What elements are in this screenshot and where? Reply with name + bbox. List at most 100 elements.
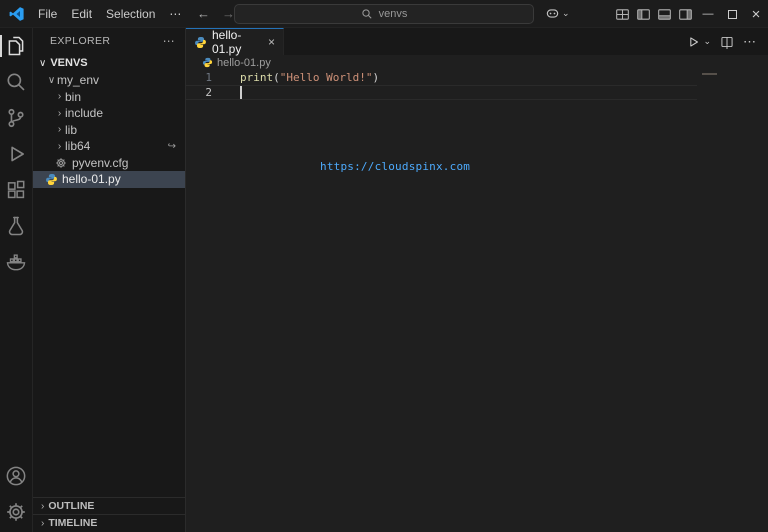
activity-bar-spacer [0,280,32,458]
sidebar-header: EXPLORER ⋯ [33,28,185,54]
watermark-link: https://cloudspinx.com [320,160,470,173]
outline-panel-header[interactable]: › OUTLINE [33,497,185,514]
run-python-file-button[interactable] [686,35,700,49]
docker-icon[interactable] [0,244,32,280]
tab-hello-01-py[interactable]: hello-01.py × [186,28,284,55]
toggle-secondary-sidebar-icon[interactable] [675,0,696,28]
workbench: EXPLORER ⋯ ∨ VENVS ∨ my_env › bin › incl… [0,28,768,532]
tree-item-label: lib [65,123,77,137]
tree-item-my-env[interactable]: ∨ my_env [33,72,185,89]
token-paren-close: ) [372,71,379,84]
tree-item-label: hello-01.py [62,172,121,186]
tree-item-lib64[interactable]: › lib64 ↪ [33,138,185,155]
tree-item-hello-01-py[interactable]: hello-01.py [33,171,185,188]
settings-gear-icon[interactable] [0,494,32,530]
split-editor-icon[interactable] [720,35,734,49]
chevron-right-icon: › [54,124,65,135]
minimap[interactable] [698,70,768,532]
minimize-button[interactable]: — [696,0,720,28]
tab-close-icon[interactable]: × [268,35,275,49]
run-dropdown-icon[interactable]: ⌄ [703,36,711,47]
tree-item-label: pyvenv.cfg [72,156,128,170]
tree-item-include[interactable]: › include [33,105,185,122]
explorer-icon[interactable] [0,28,32,64]
tree-item-bin[interactable]: › bin [33,89,185,106]
copilot-button[interactable]: ⌄ [545,6,570,21]
copilot-icon [545,6,560,21]
toggle-panel-icon[interactable] [654,0,675,28]
title-bar: File Edit Selection ⋯ ← → venvs ⌄ [0,0,768,28]
panel-label: TIMELINE [48,517,97,529]
python-icon [202,57,213,68]
token-function: print [240,71,273,84]
line-number[interactable]: 2 [186,86,212,99]
menu-edit[interactable]: Edit [64,5,99,23]
maximize-icon [728,10,737,19]
symlink-icon: ↪ [168,141,176,152]
titlebar-right: — × [612,0,768,28]
line-number[interactable]: 1 [186,71,212,84]
activity-bar [0,28,33,532]
source-control-icon[interactable] [0,100,32,136]
testing-flask-icon[interactable] [0,208,32,244]
chevron-right-icon: › [41,501,44,512]
search-icon [361,8,373,20]
code-content: print("Hello World!") [212,71,379,84]
customize-layout-icon[interactable] [612,0,633,28]
tree-item-label: lib64 [65,139,90,153]
back-icon[interactable]: ← [197,6,210,21]
minimap-line-mark [702,73,717,75]
chevron-right-icon: › [54,141,65,152]
vscode-window: File Edit Selection ⋯ ← → venvs ⌄ [0,0,768,532]
explorer-more-actions[interactable]: ⋯ [163,34,175,48]
tab-bar: hello-01.py × ⌄ ⋯ [186,28,768,55]
search-value: venvs [379,8,408,20]
extensions-icon[interactable] [0,172,32,208]
editor-more-actions[interactable]: ⋯ [743,34,756,50]
run-debug-icon[interactable] [0,136,32,172]
tab-label: hello-01.py [212,28,263,56]
editor-actions: ⌄ ⋯ [686,28,768,55]
close-button[interactable]: × [744,0,768,28]
code-line-2: 2 [186,85,697,100]
chevron-down-icon: ∨ [39,58,46,69]
timeline-panel-header[interactable]: › TIMELINE [33,514,185,531]
breadcrumb-item[interactable]: hello-01.py [217,57,271,69]
tree-item-label: include [65,106,103,120]
chevron-down-icon: ∨ [46,75,57,86]
section-venvs[interactable]: ∨ VENVS [33,54,185,72]
config-gear-icon [54,156,68,170]
chevron-down-icon: ⌄ [562,8,570,19]
command-search-box[interactable]: venvs [234,4,534,24]
history-nav: ← → [197,6,235,21]
tree-item-label: bin [65,90,81,104]
code-editor[interactable]: 1 print("Hello World!") 2 https://clouds… [186,70,768,532]
token-string: "Hello World!" [280,71,373,84]
menu-file[interactable]: File [31,5,64,23]
sidebar-title: EXPLORER [50,35,110,47]
menu-overflow[interactable]: ⋯ [162,5,188,23]
section-label: VENVS [50,57,87,69]
panel-label: OUTLINE [48,500,94,512]
menu-bar: File Edit Selection ⋯ [31,5,188,23]
code-line-1: 1 print("Hello World!") [186,70,697,85]
chevron-right-icon: › [54,108,65,119]
token-paren-open: ( [273,71,280,84]
account-icon[interactable] [0,458,32,494]
tree-item-pyvenv-cfg[interactable]: pyvenv.cfg [33,155,185,172]
menu-selection[interactable]: Selection [99,5,162,23]
python-icon [194,36,207,49]
explorer-sidebar: EXPLORER ⋯ ∨ VENVS ∨ my_env › bin › incl… [33,28,186,532]
editor-group: hello-01.py × ⌄ ⋯ [186,28,768,532]
chevron-right-icon: › [41,518,44,529]
python-icon [44,172,58,186]
toggle-primary-sidebar-icon[interactable] [633,0,654,28]
breadcrumb: hello-01.py [186,55,768,70]
text-cursor [240,86,242,99]
vscode-logo [9,6,25,22]
maximize-button[interactable] [720,0,744,28]
tree-item-label: my_env [57,73,99,87]
sidebar-bottom-panels: › OUTLINE › TIMELINE [33,497,185,531]
search-sidebar-icon[interactable] [0,64,32,100]
tree-item-lib[interactable]: › lib [33,122,185,139]
